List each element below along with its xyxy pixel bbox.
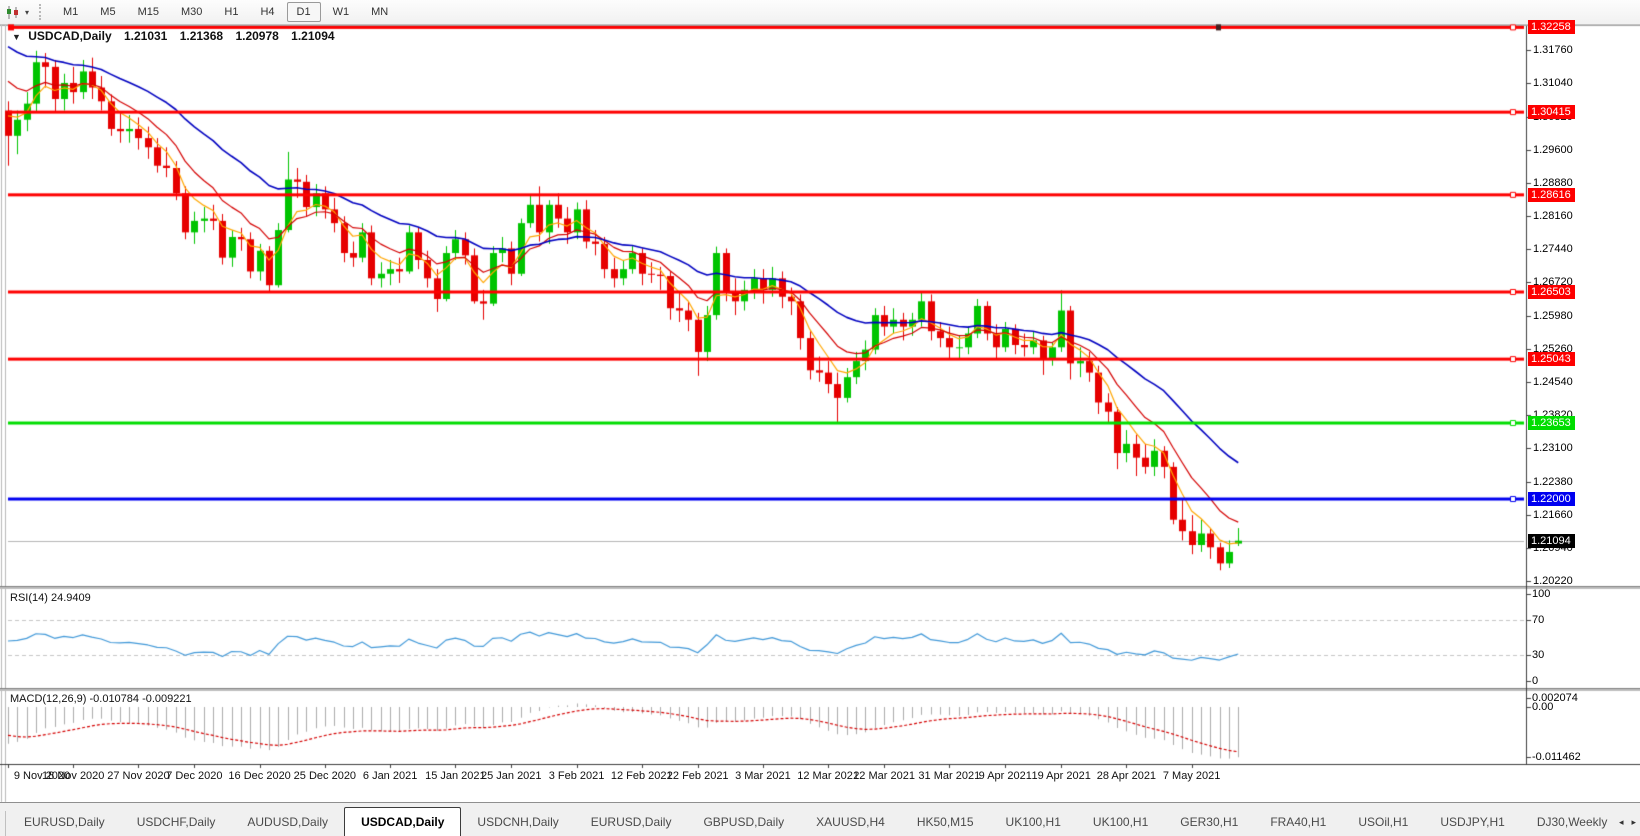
symbol-tab-bar: EURUSD,Daily USDCHF,Daily AUDUSD,Daily USDC… xyxy=(0,802,1640,836)
chart-title: ▼ USDCAD,Daily 1.21031 1.21368 1.20978 1… xyxy=(12,29,335,43)
price-axis-tick: 1.23100 xyxy=(1533,442,1573,455)
tab-item-eurusd-daily[interactable]: EURUSD,Daily xyxy=(8,810,121,834)
price-axis-tick: 1.20220 xyxy=(1533,574,1573,587)
tab-item-hk50-m15[interactable]: HK50,M15 xyxy=(901,810,990,834)
tab-scroll-right-icon[interactable]: ▸ xyxy=(1627,817,1640,828)
tab-item-usdchf-daily[interactable]: USDCHF,Daily xyxy=(121,810,232,834)
price-axis-tick: 1.24540 xyxy=(1533,376,1573,389)
level-price-label[interactable]: 1.28616 xyxy=(1528,187,1575,202)
chart-symbol-period: USDCAD,Daily xyxy=(28,29,112,43)
rsi-scale-label: 70 xyxy=(1532,614,1545,627)
tab-item-audusd-daily[interactable]: AUDUSD,Daily xyxy=(231,810,344,834)
tabs-holder: EURUSD,Daily USDCHF,Daily AUDUSD,Daily USDC… xyxy=(8,807,1615,836)
price-axis-tick: 1.21660 xyxy=(1533,508,1573,521)
level-price-label[interactable]: 1.30415 xyxy=(1528,105,1575,120)
tab-scroll-left-icon[interactable]: ◂ xyxy=(1615,817,1628,828)
price-axis-tick: 1.22380 xyxy=(1533,475,1573,488)
tab-item-eurusd-daily[interactable]: EURUSD,Daily xyxy=(575,810,688,834)
level-price-label[interactable]: 1.22000 xyxy=(1528,492,1575,507)
tab-item-uk100-h1[interactable]: UK100,H1 xyxy=(1077,810,1164,834)
tab-item-usoil-h1[interactable]: USOil,H1 xyxy=(1342,810,1424,834)
macd-indicator-label: MACD(12,26,9) -0.010784 -0.009221 xyxy=(10,693,192,705)
tab-item-ger30-h1[interactable]: GER30,H1 xyxy=(1164,810,1254,834)
macd-scale-label: -0.011462 xyxy=(1532,750,1581,763)
tab-item-uk100-h1[interactable]: UK100,H1 xyxy=(990,810,1077,834)
price-axis-tick: 1.28160 xyxy=(1533,209,1573,222)
tab-item-gbpusd-daily[interactable]: GBPUSD,Daily xyxy=(687,810,800,834)
tab-item-usdcad-daily[interactable]: USDCAD,Daily xyxy=(344,807,462,836)
tabbar-grip xyxy=(0,811,6,836)
price-axis-tick: 1.25980 xyxy=(1533,310,1573,323)
bid-price-label: 1.21094 xyxy=(1528,533,1575,548)
level-price-label[interactable]: 1.23653 xyxy=(1528,416,1575,431)
level-price-label[interactable]: 1.32258 xyxy=(1528,20,1575,35)
ohlc-open: 1.21031 xyxy=(123,29,168,43)
rsi-scale-label: 30 xyxy=(1532,648,1545,661)
macd-scale-label: 0.00 xyxy=(1532,701,1554,713)
level-price-label[interactable]: 1.26503 xyxy=(1528,284,1575,299)
ohlc-close: 1.21094 xyxy=(291,29,335,43)
price-axis-tick: 1.29600 xyxy=(1533,143,1573,156)
chart-title-dropdown-icon[interactable]: ▼ xyxy=(12,32,21,42)
tab-item-fra40-h1[interactable]: FRA40,H1 xyxy=(1254,810,1342,834)
rsi-indicator-label: RSI(14) 24.9409 xyxy=(10,592,91,604)
date-axis-label: 7 May 2021 xyxy=(1162,770,1221,782)
level-price-label[interactable]: 1.25043 xyxy=(1528,352,1575,367)
chart-canvas[interactable] xyxy=(0,0,1640,836)
tab-item-dj30-weekly[interactable]: DJ30,Weekly xyxy=(1521,810,1615,834)
price-axis-tick: 1.27440 xyxy=(1533,242,1573,255)
tab-item-xauusd-h4[interactable]: XAUUSD,H4 xyxy=(800,810,901,834)
trading-platform-window: ▾ M1M5M15M30H1H4D1W1MN ▼ USDCAD,Daily 1.… xyxy=(0,0,1640,836)
tab-item-usdjpy-h1[interactable]: USDJPY,H1 xyxy=(1424,810,1520,834)
tab-item-usdcnh-daily[interactable]: USDCNH,Daily xyxy=(461,810,574,834)
rsi-scale-label: 100 xyxy=(1532,588,1551,600)
price-axis-tick: 1.31040 xyxy=(1533,77,1573,90)
ohlc-high: 1.21368 xyxy=(179,29,224,43)
rsi-scale-label: 0 xyxy=(1532,675,1539,687)
price-axis-tick: 1.31760 xyxy=(1533,44,1573,57)
ohlc-low: 1.20978 xyxy=(235,29,279,43)
